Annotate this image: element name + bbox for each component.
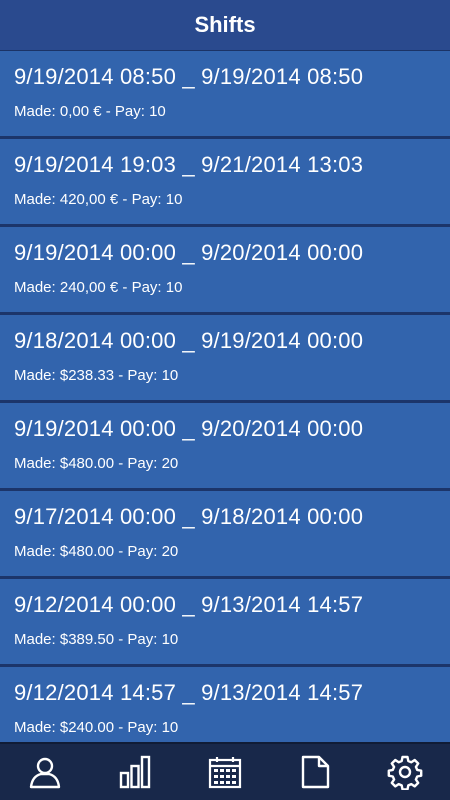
tab-calendar[interactable]: [195, 744, 255, 800]
tab-profile[interactable]: [15, 744, 75, 800]
shift-list[interactable]: 9/19/2014 08:50 _ 9/19/2014 08:50 Made: …: [0, 51, 450, 744]
shift-summary: Made: $238.33 - Pay: 10: [14, 367, 179, 384]
shift-range: 9/12/2014 14:57 _ 9/13/2014 14:57: [14, 680, 364, 705]
tab-settings[interactable]: [375, 744, 435, 800]
app-header: Shifts: [0, 0, 450, 51]
bottom-tab-bar: [0, 742, 450, 800]
shift-range: 9/12/2014 00:00 _ 9/13/2014 14:57: [14, 592, 364, 617]
tab-reports[interactable]: [285, 744, 345, 800]
shift-summary: Made: $389.50 - Pay: 10: [14, 631, 179, 648]
shift-row[interactable]: 9/18/2014 00:00 _ 9/19/2014 00:00 Made: …: [0, 315, 450, 403]
shift-range: 9/18/2014 00:00 _ 9/19/2014 00:00: [14, 328, 364, 353]
shift-range: 9/19/2014 00:00 _ 9/20/2014 00:00: [14, 240, 364, 265]
shift-range: 9/17/2014 00:00 _ 9/18/2014 00:00: [14, 504, 364, 529]
shift-range: 9/19/2014 08:50 _ 9/19/2014 08:50: [14, 64, 364, 89]
shift-row[interactable]: 9/19/2014 00:00 _ 9/20/2014 00:00 Made: …: [0, 227, 450, 315]
shift-summary: Made: $240.00 - Pay: 10: [14, 719, 179, 736]
shift-row[interactable]: 9/12/2014 00:00 _ 9/13/2014 14:57 Made: …: [0, 579, 450, 667]
shift-range: 9/19/2014 00:00 _ 9/20/2014 00:00: [14, 416, 364, 441]
document-icon: [301, 755, 330, 789]
shift-row[interactable]: 9/19/2014 08:50 _ 9/19/2014 08:50 Made: …: [0, 51, 450, 139]
shift-summary: Made: 0,00 € - Pay: 10: [14, 103, 166, 120]
person-icon: [29, 757, 61, 789]
shift-row[interactable]: 9/19/2014 00:00 _ 9/20/2014 00:00 Made: …: [0, 403, 450, 491]
shift-summary: Made: $480.00 - Pay: 20: [14, 543, 179, 560]
shift-row[interactable]: 9/19/2014 19:03 _ 9/21/2014 13:03 Made: …: [0, 139, 450, 227]
shift-row[interactable]: 9/17/2014 00:00 _ 9/18/2014 00:00 Made: …: [0, 491, 450, 579]
shift-summary: Made: 420,00 € - Pay: 10: [14, 191, 183, 208]
shift-range: 9/19/2014 19:03 _ 9/21/2014 13:03: [14, 152, 364, 177]
shift-summary: Made: $480.00 - Pay: 20: [14, 455, 179, 472]
calendar-icon: [208, 757, 242, 789]
shift-summary: Made: 240,00 € - Pay: 10: [14, 279, 183, 296]
tab-stats[interactable]: [105, 744, 165, 800]
gear-icon: [387, 755, 423, 790]
bar-chart-icon: [119, 755, 151, 789]
page-title: Shifts: [194, 12, 256, 37]
shift-row[interactable]: 9/12/2014 14:57 _ 9/13/2014 14:57 Made: …: [0, 667, 450, 744]
